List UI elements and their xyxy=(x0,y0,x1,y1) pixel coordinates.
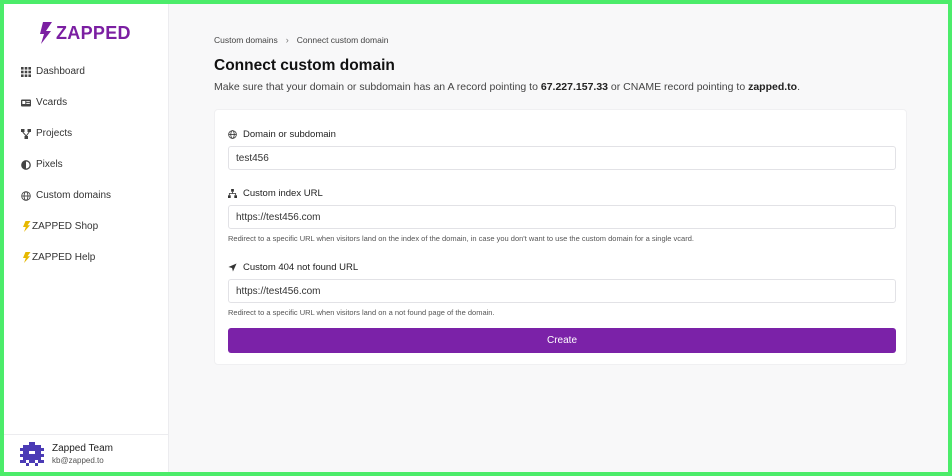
sidebar-item-vcards[interactable]: Vcards xyxy=(4,87,168,118)
grid-icon xyxy=(21,66,31,77)
id-card-icon xyxy=(21,98,31,108)
app-window: ZAPPED Dashboard Vcards Projects Pixels … xyxy=(4,4,948,472)
index-url-input[interactable] xyxy=(228,205,896,229)
domain-label-text: Domain or subdomain xyxy=(243,129,336,140)
sidebar-item-label: Dashboard xyxy=(36,66,85,77)
domain-input[interactable] xyxy=(228,146,896,170)
sidebar-item-label: ZAPPED Help xyxy=(32,252,96,263)
globe-icon xyxy=(228,130,237,139)
page-description: Make sure that your domain or subdomain … xyxy=(214,81,800,93)
sidebar-item-label: Projects xyxy=(36,128,73,139)
not-found-url-label-text: Custom 404 not found URL xyxy=(243,262,359,273)
bolt-icon xyxy=(21,252,31,263)
sidebar-item-dashboard[interactable]: Dashboard xyxy=(4,56,168,87)
sidebar-item-label: Vcards xyxy=(36,97,68,108)
location-arrow-icon xyxy=(228,263,237,272)
index-url-label-text: Custom index URL xyxy=(243,188,323,199)
sidebar: ZAPPED Dashboard Vcards Projects Pixels … xyxy=(4,4,169,472)
domain-label: Domain or subdomain xyxy=(228,129,336,140)
index-url-label: Custom index URL xyxy=(228,188,323,199)
page-title: Connect custom domain xyxy=(214,57,395,74)
create-button[interactable]: Create xyxy=(228,328,896,353)
sidebar-item-label: ZAPPED Shop xyxy=(32,221,99,232)
user-profile[interactable]: Zapped Team kb@zapped.to xyxy=(4,434,168,472)
bolt-icon xyxy=(21,221,31,232)
sidebar-item-label: Pixels xyxy=(36,159,63,170)
main-content: Custom domains › Connect custom domain C… xyxy=(169,4,948,472)
avatar xyxy=(20,441,44,466)
a-record-ip: 67.227.157.33 xyxy=(540,81,609,93)
user-email: kb@zapped.to xyxy=(52,455,104,465)
not-found-url-help: Redirect to a specific URL when visitors… xyxy=(228,308,495,317)
desc-suffix: . xyxy=(797,81,800,93)
breadcrumb: Custom domains › Connect custom domain xyxy=(214,35,388,45)
sidebar-item-custom-domains[interactable]: Custom domains xyxy=(4,180,168,211)
sidebar-nav: Dashboard Vcards Projects Pixels Custom … xyxy=(4,56,168,273)
breadcrumb-current: Connect custom domain xyxy=(296,35,389,45)
cname-target: zapped.to xyxy=(748,81,798,93)
desc-middle: or CNAME record pointing to xyxy=(608,81,749,93)
half-circle-icon xyxy=(21,159,31,170)
sitemap-icon xyxy=(21,128,31,139)
not-found-url-label: Custom 404 not found URL xyxy=(228,262,358,273)
bolt-logo-icon xyxy=(40,22,52,44)
not-found-url-input[interactable] xyxy=(228,279,896,303)
index-url-help: Redirect to a specific URL when visitors… xyxy=(228,234,694,243)
sidebar-item-pixels[interactable]: Pixels xyxy=(4,149,168,180)
connect-domain-form: Domain or subdomain Custom index URL Red… xyxy=(214,109,907,365)
user-info: Zapped Team kb@zapped.to xyxy=(52,443,113,465)
breadcrumb-parent[interactable]: Custom domains xyxy=(214,35,278,45)
globe-icon xyxy=(21,190,31,201)
brand-name: ZAPPED xyxy=(56,22,131,43)
sidebar-item-zapped-shop[interactable]: ZAPPED Shop xyxy=(4,211,168,242)
sidebar-item-projects[interactable]: Projects xyxy=(4,118,168,149)
user-name: Zapped Team xyxy=(52,442,113,454)
sidebar-item-label: Custom domains xyxy=(36,190,112,201)
sidebar-item-zapped-help[interactable]: ZAPPED Help xyxy=(4,242,168,273)
sitemap-icon xyxy=(228,189,237,198)
desc-prefix: Make sure that your domain or subdomain … xyxy=(214,81,541,93)
breadcrumb-separator: › xyxy=(285,35,289,45)
brand-logo[interactable]: ZAPPED xyxy=(4,4,168,50)
